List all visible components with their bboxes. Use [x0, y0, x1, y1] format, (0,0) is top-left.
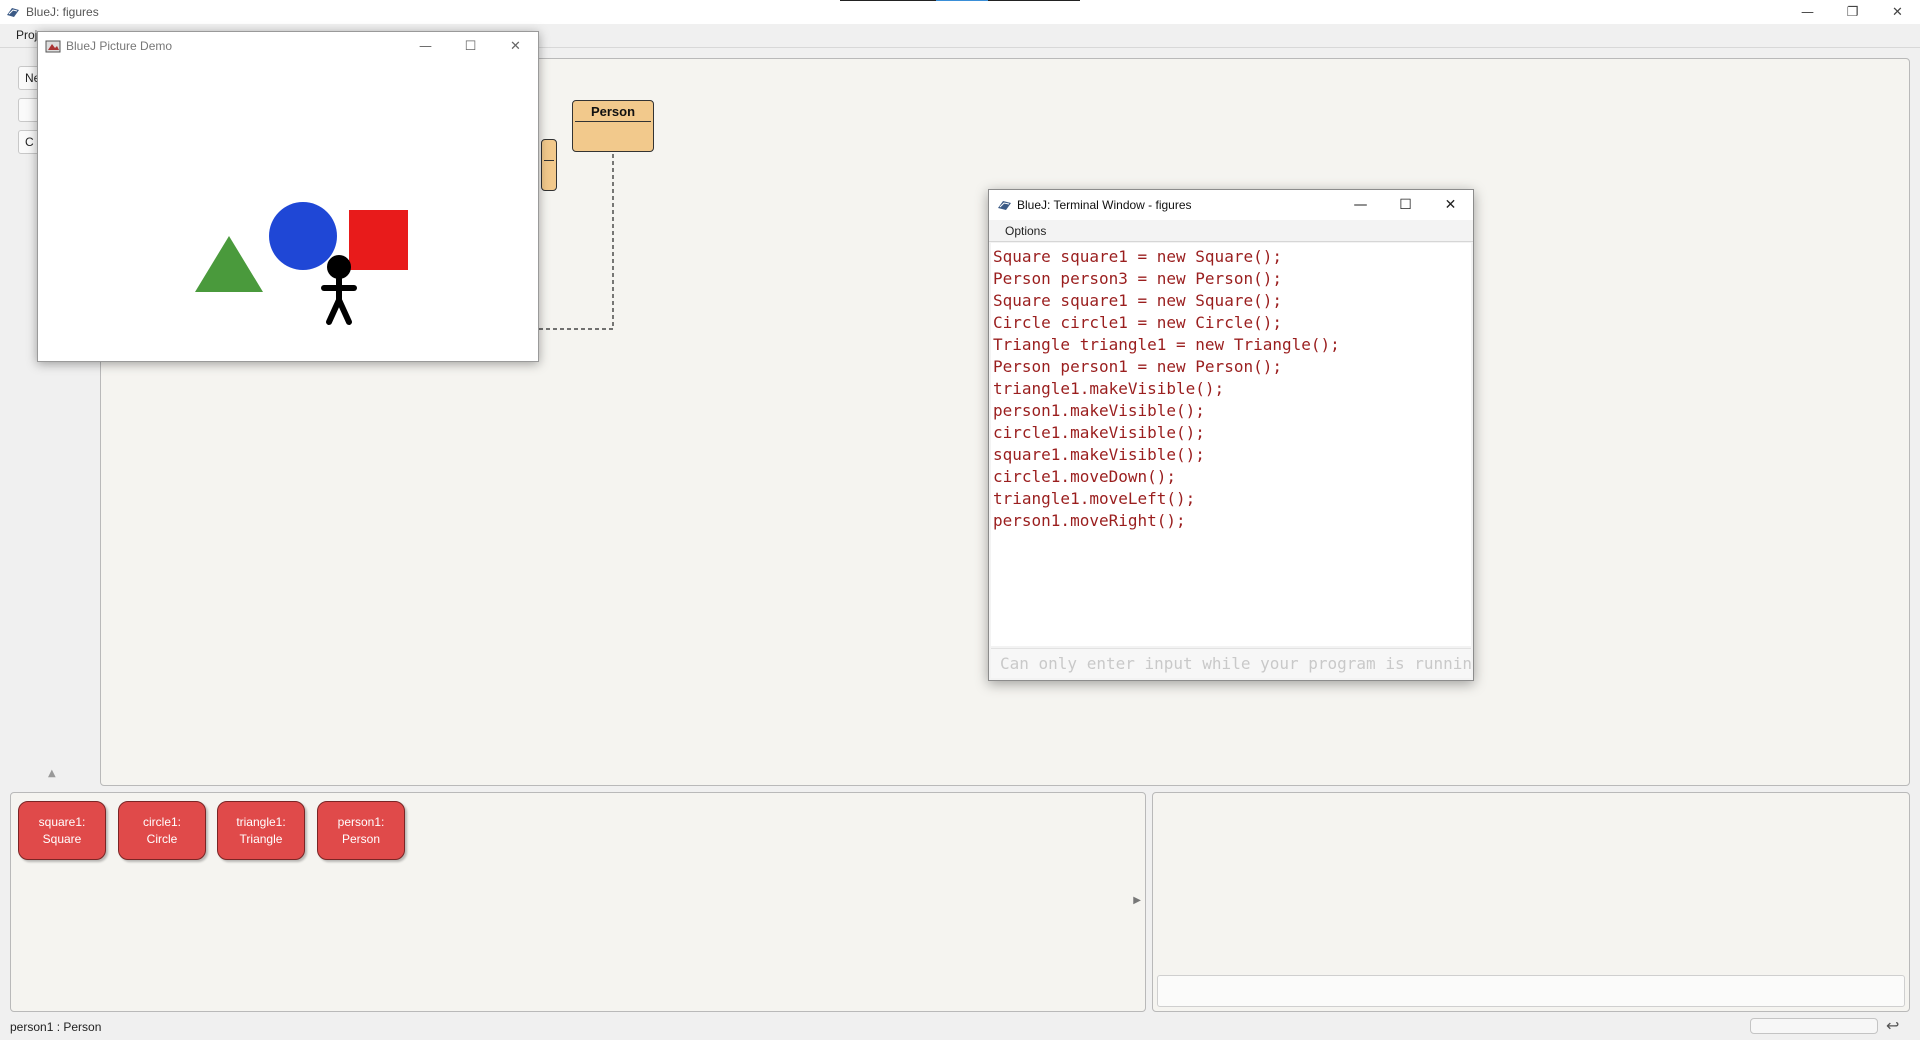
- terminal-line: Circle circle1 = new Circle();: [993, 313, 1282, 332]
- main-restore-button[interactable]: ❐: [1830, 0, 1875, 24]
- terminal-window-title: BlueJ: Terminal Window - figures: [1017, 198, 1192, 212]
- main-title-bar: BlueJ: figures — ❐ ✕: [0, 0, 1920, 24]
- menu-project[interactable]: Proj: [16, 28, 37, 42]
- terminal-line: Square square1 = new Square();: [993, 291, 1282, 310]
- object-bench: square1: Square circle1: Circle triangle…: [10, 792, 1146, 1012]
- terminal-line: Triangle triangle1 = new Triangle();: [993, 335, 1340, 354]
- object-square1[interactable]: square1: Square: [18, 801, 106, 860]
- terminal-line: Person person1 = new Person();: [993, 357, 1282, 376]
- java-cup-icon: [45, 40, 61, 53]
- object-type: Triangle: [239, 832, 283, 846]
- terminal-output[interactable]: Square square1 = new Square(); Person per…: [991, 243, 1471, 646]
- object-name: triangle1:: [236, 815, 286, 829]
- title-progress-indicator: [840, 0, 1080, 1]
- picture-demo-window: BlueJ Picture Demo — ☐ ✕: [37, 31, 539, 362]
- terminal-line: Person person3 = new Person();: [993, 269, 1282, 288]
- main-minimize-button[interactable]: —: [1785, 0, 1830, 24]
- object-type: Circle: [146, 832, 178, 846]
- status-bar: person1 : Person ↩: [0, 1016, 1920, 1040]
- object-name: circle1:: [142, 815, 181, 829]
- terminal-options-menu[interactable]: Options: [1005, 224, 1046, 238]
- object-type: Square: [42, 832, 82, 846]
- picture-canvas: [195, 202, 408, 325]
- picture-window-title-bar: BlueJ Picture Demo — ☐ ✕: [38, 32, 538, 60]
- status-text: person1 : Person: [10, 1020, 102, 1034]
- terminal-menu-bar: Options: [989, 220, 1473, 242]
- terminal-input[interactable]: Can only enter input while your program …: [991, 648, 1471, 678]
- class-box-person[interactable]: Person: [572, 100, 654, 152]
- object-person1[interactable]: person1: Person: [317, 801, 405, 860]
- codepad-input[interactable]: [1157, 975, 1905, 1007]
- terminal-line: circle1.makeVisible();: [993, 423, 1205, 442]
- class-name-person: Person: [590, 104, 636, 119]
- terminal-line: triangle1.moveLeft();: [993, 489, 1196, 508]
- main-close-button[interactable]: ✕: [1875, 0, 1920, 24]
- terminal-line: person1.makeVisible();: [993, 401, 1205, 420]
- object-triangle1[interactable]: triangle1: Triangle: [217, 801, 305, 860]
- circle-shape: [269, 202, 337, 270]
- picture-window-title: BlueJ Picture Demo: [66, 39, 173, 53]
- object-circle1[interactable]: circle1: Circle: [118, 801, 206, 860]
- bluej-logo-icon: [7, 8, 19, 17]
- terminal-close-button[interactable]: ✕: [1428, 190, 1473, 220]
- expand-right-arrow-icon[interactable]: ▶: [1133, 895, 1141, 906]
- picture-close-button[interactable]: ✕: [493, 32, 538, 60]
- object-name: square1:: [38, 815, 86, 829]
- square-shape: [349, 210, 408, 270]
- status-progress-bar: [1750, 1018, 1878, 1034]
- triangle-shape: [195, 236, 263, 292]
- terminal-line: circle1.moveDown();: [993, 467, 1177, 486]
- codepad-panel: [1152, 792, 1910, 1012]
- main-window-title: BlueJ: figures: [26, 5, 99, 19]
- person-shape: [321, 255, 357, 325]
- terminal-line: square1.makeVisible();: [993, 445, 1205, 464]
- terminal-title-bar: BlueJ: Terminal Window - figures — ☐ ✕: [989, 190, 1473, 220]
- terminal-line: Square square1 = new Square();: [993, 247, 1282, 266]
- terminal-minimize-button[interactable]: —: [1338, 190, 1383, 220]
- object-type: Person: [341, 832, 381, 846]
- class-box-hidden[interactable]: [541, 139, 557, 191]
- picture-minimize-button[interactable]: —: [403, 32, 448, 60]
- terminal-window: BlueJ: Terminal Window - figures — ☐ ✕ O…: [988, 189, 1474, 681]
- picture-maximize-button[interactable]: ☐: [448, 32, 493, 60]
- reset-vm-icon[interactable]: ↩: [1886, 1016, 1899, 1035]
- object-name: person1:: [337, 815, 385, 829]
- collapse-up-arrow-icon[interactable]: ▲: [48, 768, 56, 779]
- terminal-line: person1.moveRight();: [993, 511, 1186, 530]
- bluej-logo-icon: [998, 201, 1011, 210]
- terminal-line: triangle1.makeVisible();: [993, 379, 1225, 398]
- terminal-maximize-button[interactable]: ☐: [1383, 190, 1428, 220]
